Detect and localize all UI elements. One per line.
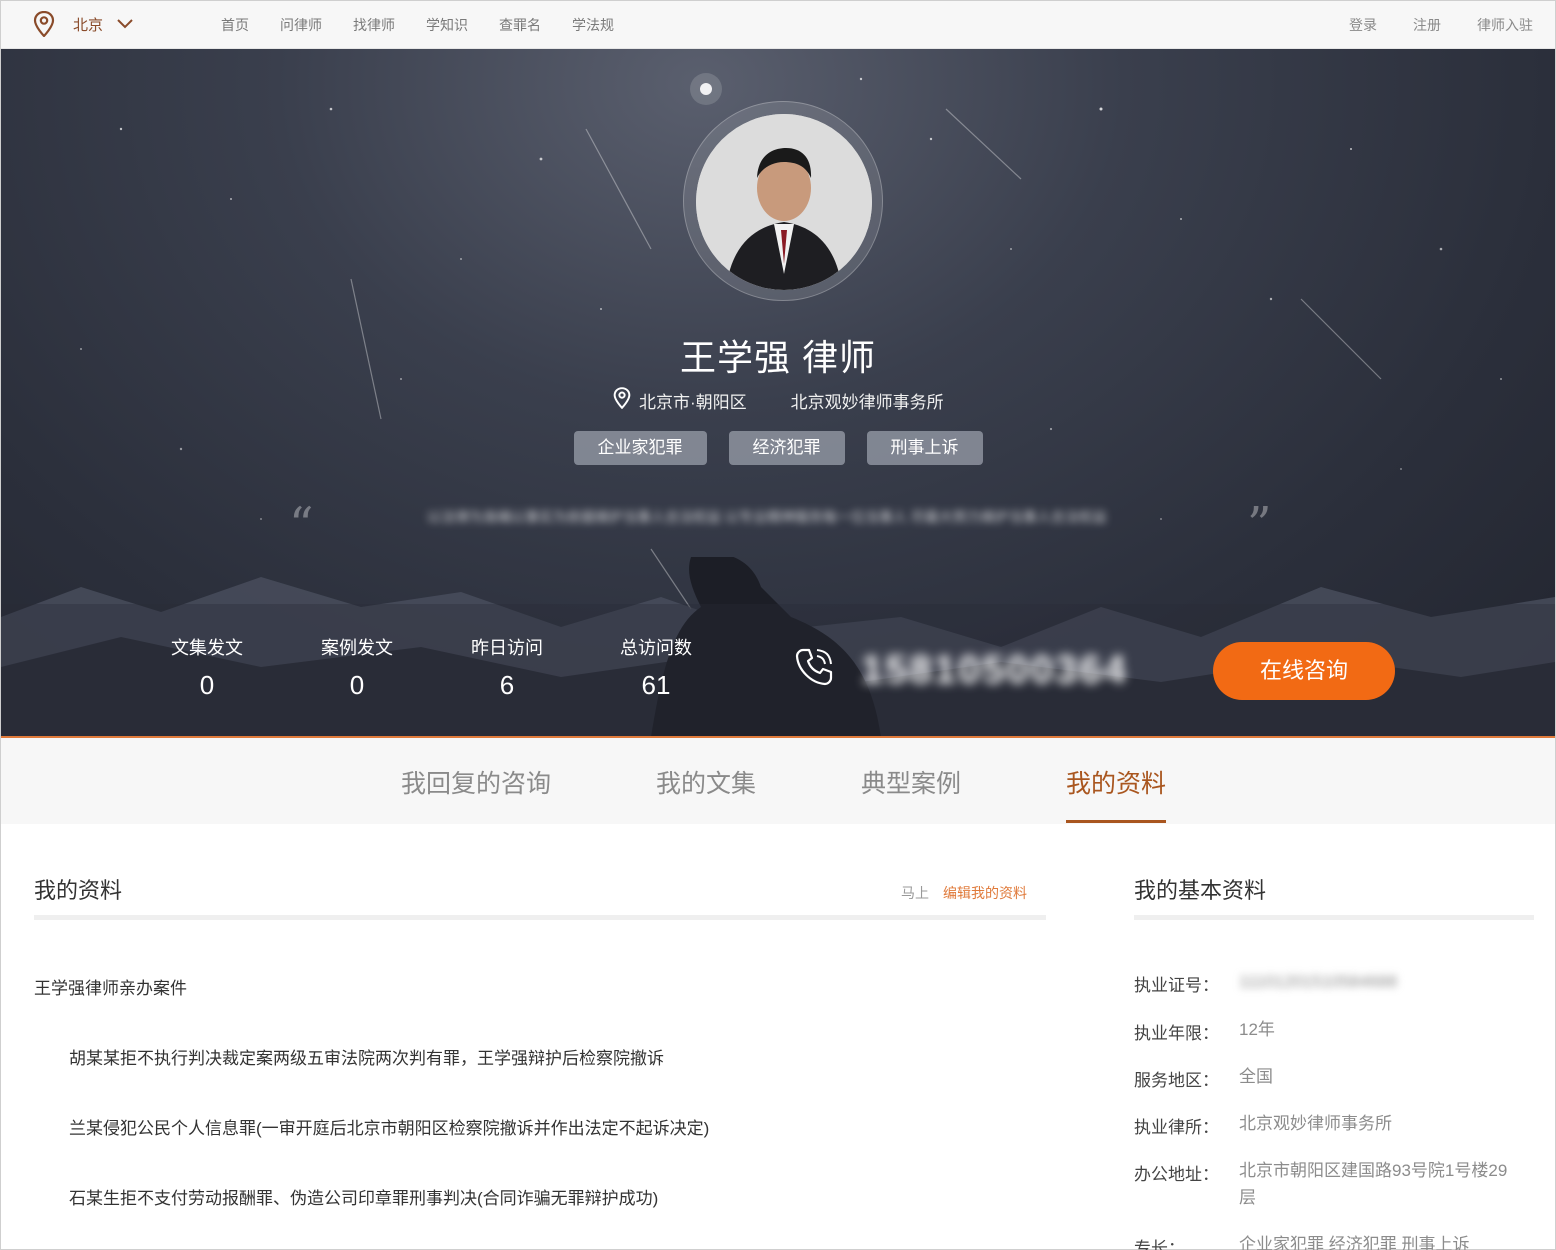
online-consult-button[interactable]: 在线咨询 [1213,642,1395,700]
specialty-tag[interactable]: 刑事上诉 [866,431,983,465]
nav-home[interactable]: 首页 [221,15,249,35]
chevron-down-icon[interactable] [117,19,133,29]
info-value: 企业家犯罪 经济犯罪 刑事上诉 [1239,1235,1470,1250]
stat-articles: 文集发文 0 [152,634,262,701]
nav-ask-lawyer[interactable]: 问律师 [280,15,322,35]
edit-profile-row: 马上 编辑我的资料 [901,883,1027,903]
info-key: 专长： [1134,1239,1185,1250]
info-value: 11101201510584688 [1239,972,1398,991]
quote-close-icon: ” [1247,497,1272,553]
info-key: 办公地址： [1134,1165,1219,1184]
stat-value: 61 [641,670,671,700]
active-tab-indicator [1066,820,1166,823]
lawyer-motto: 以法律为准绳以事实为依据维护当事人合法权益 以专业精神服务每一位当事人 尽最大努… [427,509,1107,525]
info-service-area: 服务地区： 全国 [1134,1066,1273,1091]
tab-my-articles[interactable]: 我的文集 [656,764,756,800]
stat-label: 文集发文 [171,638,243,658]
section-divider [34,915,1046,920]
account-links: 登录 注册 律师入驻 [1313,15,1533,35]
quote-open-icon: “ [289,497,314,553]
stat-label: 总访问数 [620,638,692,658]
info-address: 办公地址： 北京市朝阳区建国路93号院1号楼29层 [1134,1160,1534,1211]
info-years: 执业年限： 12年 [1134,1019,1275,1044]
stat-total-visits: 总访问数 61 [601,634,711,701]
info-value: 北京市朝阳区建国路93号院1号楼29层 [1239,1161,1508,1207]
info-value: 北京观妙律师事务所 [1239,1114,1392,1133]
specialty-tags: 企业家犯罪 经济犯罪 刑事上诉 [1,431,1555,465]
register-link[interactable]: 注册 [1413,15,1441,35]
info-license: 执业证号： 11101201510584688 [1134,971,1397,996]
case-item[interactable]: 胡某某拒不执行判决裁定案两级五审法院两次判有罪，王学强辩护后检察院撤诉 [69,1044,664,1069]
lawyer-portrait [696,114,872,290]
stat-value: 0 [199,670,215,700]
info-firm: 执业律所： 北京观妙律师事务所 [1134,1113,1392,1138]
stat-label: 昨日访问 [471,638,543,658]
phone-number: 15810500364 [861,648,1128,692]
tab-my-profile[interactable]: 我的资料 [1066,764,1166,800]
nav-charges[interactable]: 查罪名 [499,15,541,35]
location-pin-icon [613,387,631,414]
info-key: 执业年限： [1134,1024,1219,1043]
lawyer-location: 北京市·朝阳区 [639,393,747,412]
info-value: 全国 [1239,1067,1273,1086]
edit-prefix: 马上 [901,885,929,901]
specialty-tag[interactable]: 企业家犯罪 [573,431,707,465]
info-key: 服务地区： [1134,1071,1219,1090]
stats-bar: 文集发文 0 案例发文 0 昨日访问 6 总访问数 61 15810500364… [1,604,1555,737]
basic-info-title: 我的基本资料 [1134,878,1267,903]
info-key: 执业律所： [1134,1118,1219,1137]
case-item[interactable]: 石某生拒不支付劳动报酬罪、伪造公司印章罪刑事判决(合同诈骗无罪辩护成功) [69,1184,658,1209]
phone-icon [793,646,835,693]
basic-info-divider [1134,915,1534,920]
login-link[interactable]: 登录 [1349,15,1377,35]
profile-tabs: 我回复的咨询 我的文集 典型案例 我的资料 [1,738,1555,824]
info-specialty: 专长： 企业家犯罪 经济犯罪 刑事上诉 [1134,1234,1469,1250]
stat-label: 案例发文 [321,638,393,658]
stat-value: 6 [499,670,515,700]
lawyer-firm: 北京观妙律师事务所 [790,393,944,412]
section-title: 我的资料 [34,878,123,903]
stat-value: 0 [349,670,365,700]
city-name[interactable]: 北京 [73,14,103,35]
stat-yesterday-visits: 昨日访问 6 [452,634,562,701]
nav-regulations[interactable]: 学法规 [572,15,614,35]
main-menu: 首页 问律师 找律师 学知识 查罪名 学法规 [221,15,645,35]
case-heading: 王学强律师亲办案件 [34,979,187,998]
avatar-ring [683,101,883,301]
lawyer-join-link[interactable]: 律师入驻 [1477,15,1533,35]
profile-meta: 北京市·朝阳区 北京观妙律师事务所 [613,387,944,414]
edit-profile-link[interactable]: 编辑我的资料 [943,885,1027,901]
avatar[interactable] [696,114,872,290]
info-key: 执业证号： [1134,976,1219,995]
stat-cases: 案例发文 0 [302,634,412,701]
case-item[interactable]: 兰某侵犯公民个人信息罪(一审开庭后北京市朝阳区检察院撤诉并作出法定不起诉决定) [69,1114,709,1139]
info-value: 12年 [1239,1020,1275,1039]
nav-knowledge[interactable]: 学知识 [426,15,468,35]
profile-hero: 王学强 律师 北京市·朝阳区 北京观妙律师事务所 企业家犯罪 经济犯罪 刑事上诉… [1,49,1555,737]
tab-replied-consultations[interactable]: 我回复的咨询 [401,764,551,800]
tab-typical-cases[interactable]: 典型案例 [861,764,961,800]
nav-find-lawyer[interactable]: 找律师 [353,15,395,35]
lawyer-name: 王学强 律师 [679,337,876,378]
city-selector[interactable]: 北京 [33,11,133,37]
specialty-tag[interactable]: 经济犯罪 [728,431,845,465]
location-pin-icon [33,11,55,37]
top-nav: 北京 首页 问律师 找律师 学知识 查罪名 学法规 登录 注册 律师入驻 [1,1,1555,49]
